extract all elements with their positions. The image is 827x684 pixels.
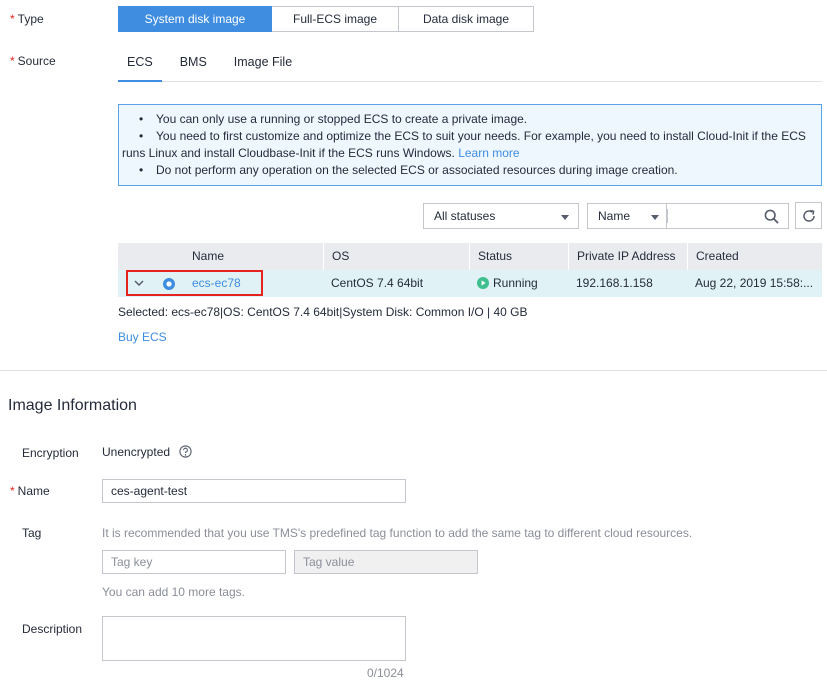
type-option-system-disk[interactable]: System disk image xyxy=(118,6,272,32)
type-segmented-control: System disk image Full-ECS image Data di… xyxy=(118,6,534,32)
description-counter: 0/1024 xyxy=(367,666,404,680)
refresh-icon xyxy=(803,209,815,222)
type-option-data-disk[interactable]: Data disk image xyxy=(399,6,534,32)
section-divider xyxy=(0,370,827,371)
tab-bms[interactable]: BMS xyxy=(171,48,216,81)
description-textarea[interactable] xyxy=(102,616,406,661)
column-name: Name xyxy=(192,249,225,263)
table-header: Name OS Status Private IP Address Create… xyxy=(118,243,822,270)
source-label: * Source xyxy=(10,54,56,68)
search-input[interactable] xyxy=(666,203,789,229)
info-item-2: You need to first customize and optimize… xyxy=(139,128,811,145)
highlight-box xyxy=(126,270,263,296)
tag-label: Tag xyxy=(22,526,42,540)
selected-summary: Selected: ecs-ec78|OS: CentOS 7.4 64bit|… xyxy=(118,305,528,319)
info-box: You can only use a running or stopped EC… xyxy=(118,104,822,186)
image-name-input[interactable]: ces-agent-test xyxy=(102,479,406,503)
tab-ecs[interactable]: ECS xyxy=(118,48,162,82)
row-status: Running xyxy=(469,270,568,297)
buy-ecs-link[interactable]: Buy ECS xyxy=(118,330,167,344)
tag-hint: It is recommended that you use TMS's pre… xyxy=(102,526,693,540)
row-private-ip: 192.168.1.158 xyxy=(576,276,653,290)
description-label: Description xyxy=(22,622,83,636)
search-field-select[interactable]: Name xyxy=(587,203,667,229)
row-created: Aug 22, 2019 15:58:... xyxy=(695,276,814,290)
help-icon[interactable] xyxy=(179,445,193,458)
chevron-down-icon xyxy=(651,215,659,220)
row-os: CentOS 7.4 64bit xyxy=(331,276,424,290)
info-item-3: Do not perform any operation on the sele… xyxy=(139,162,811,179)
encryption-value: Unencrypted xyxy=(102,445,193,459)
status-filter-select[interactable]: All statuses xyxy=(423,203,579,229)
tag-count-hint: You can add 10 more tags. xyxy=(102,585,245,599)
column-status: Status xyxy=(469,243,568,270)
type-label: * Type xyxy=(10,12,44,26)
column-os: OS xyxy=(323,243,470,270)
name-label: * Name xyxy=(10,484,50,498)
learn-more-link[interactable]: Learn more xyxy=(458,146,519,160)
info-item-1: You can only use a running or stopped EC… xyxy=(139,111,811,128)
header-spacer xyxy=(118,243,183,270)
refresh-button[interactable] xyxy=(795,202,822,229)
column-created: Created xyxy=(687,243,822,270)
chevron-down-icon xyxy=(561,215,569,220)
info-item-2-cont: runs Linux and install Cloudbase-Init if… xyxy=(122,146,520,160)
image-info-heading: Image Information xyxy=(8,397,137,414)
tag-value-input[interactable]: Tag value xyxy=(294,550,478,574)
column-private-ip: Private IP Address xyxy=(568,243,688,270)
source-tabs: ECS BMS Image File xyxy=(118,48,822,82)
type-option-full-ecs[interactable]: Full-ECS image xyxy=(272,6,399,32)
tag-key-input[interactable]: Tag key xyxy=(102,550,286,574)
running-status-icon xyxy=(477,277,489,289)
tab-image-file[interactable]: Image File xyxy=(225,48,301,81)
encryption-label: Encryption xyxy=(22,446,79,460)
search-icon[interactable] xyxy=(764,209,779,224)
